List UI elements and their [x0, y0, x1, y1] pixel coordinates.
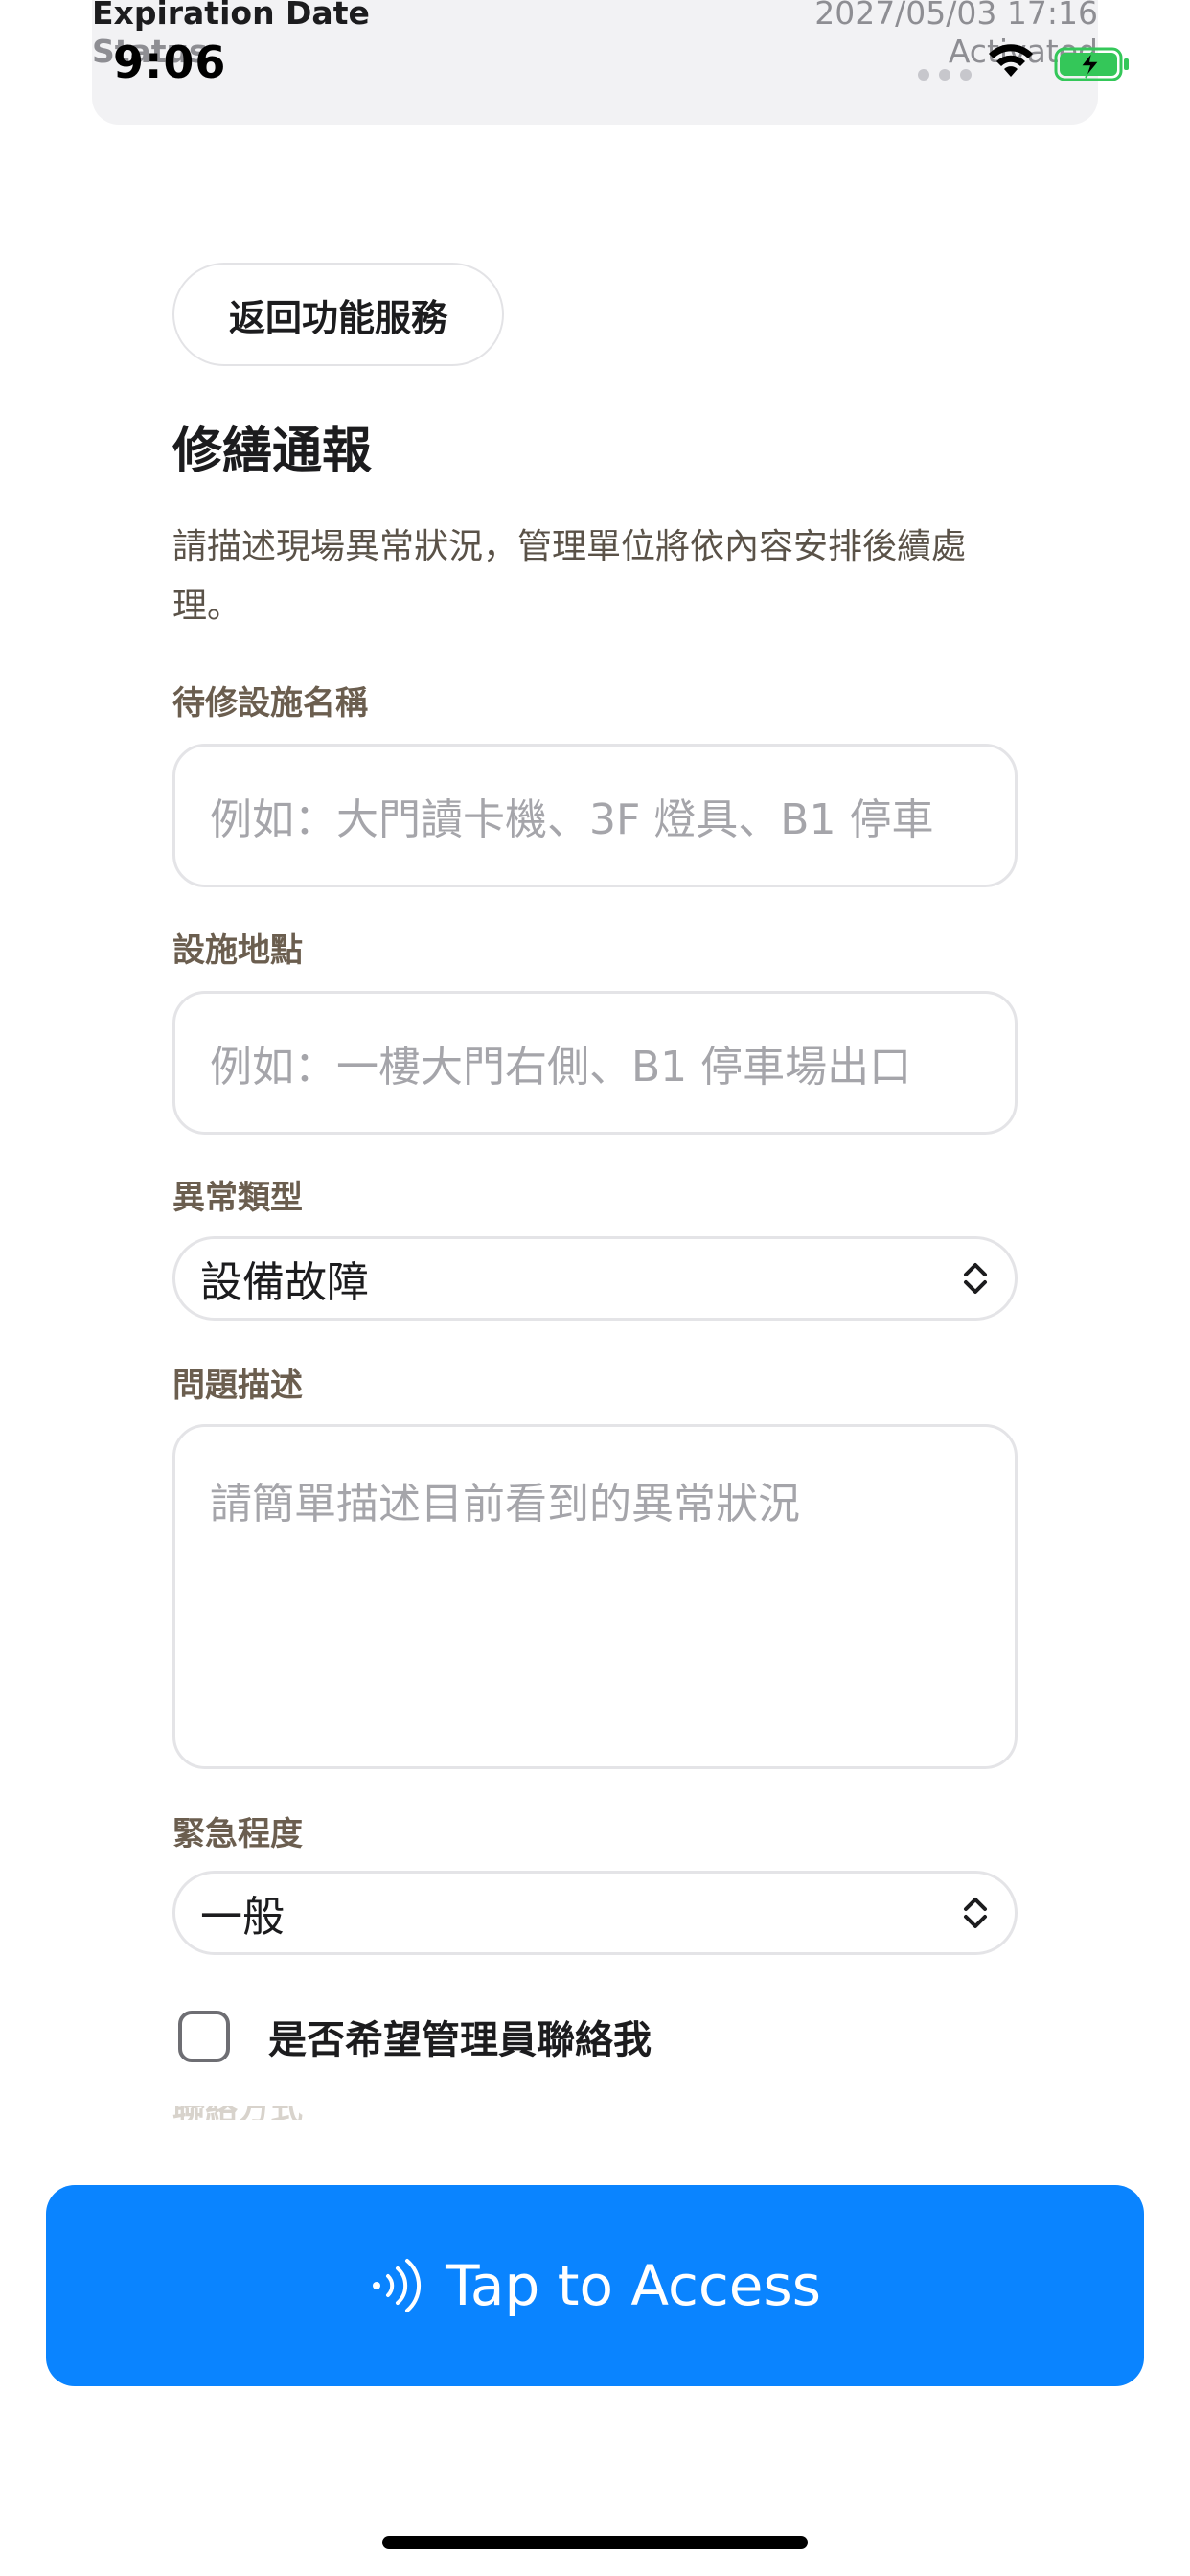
tap-to-access-button[interactable]: Tap to Access	[46, 2185, 1144, 2386]
location-label: 設施地點	[172, 932, 303, 970]
battery-charging-icon	[1054, 47, 1129, 81]
page-description: 請描述現場異常狀況，管理單位將依內容安排後續處理。	[172, 527, 967, 626]
expiration-label: Expiration Date	[92, 0, 370, 32]
nfc-icon	[373, 2259, 422, 2312]
issue-description-textarea[interactable]: 請簡單描述目前看到的異常狀況	[172, 1424, 1018, 1769]
urgency-select[interactable]: 一般	[172, 1871, 1018, 1955]
facility-name-label: 待修設施名稱	[172, 684, 368, 723]
screen: Expiration Date 2027/05/03 17:16 Status …	[0, 0, 1190, 2576]
contact-method-label-partial: 聯絡方式	[172, 2106, 307, 2120]
facility-name-input[interactable]: 例如：大門讀卡機、3F 燈具、B1 停車	[172, 744, 1018, 887]
camera-indicator	[918, 69, 972, 80]
issue-description-placeholder: 請簡單描述目前看到的異常狀況	[210, 1480, 800, 1529]
urgency-label: 緊急程度	[172, 1815, 303, 1853]
chevron-up-down-icon	[964, 1263, 987, 1294]
expiration-value: 2027/05/03 17:16	[814, 0, 1098, 32]
urgency-value: 一般	[200, 1893, 285, 1942]
contact-me-row[interactable]: 是否希望管理員聯絡我	[178, 2009, 652, 2064]
contact-me-checkbox[interactable]	[178, 2011, 230, 2062]
facility-name-placeholder: 例如：大門讀卡機、3F 燈具、B1 停車	[210, 795, 934, 844]
status-time: 9:06	[113, 36, 227, 88]
issue-description-label: 問題描述	[172, 1367, 303, 1405]
wifi-icon	[989, 44, 1033, 77]
issue-type-label: 異常類型	[172, 1179, 303, 1217]
tap-to-access-label: Tap to Access	[446, 2253, 821, 2318]
contact-me-label: 是否希望管理員聯絡我	[268, 2018, 652, 2062]
page-title: 修繕通報	[172, 423, 373, 480]
home-indicator[interactable]	[382, 2536, 808, 2549]
back-to-services-button[interactable]: 返回功能服務	[172, 263, 504, 366]
location-placeholder: 例如：一樓大門右側、B1 停車場出口	[210, 1043, 912, 1092]
issue-type-select[interactable]: 設備故障	[172, 1236, 1018, 1321]
issue-type-value: 設備故障	[200, 1258, 369, 1307]
chevron-up-down-icon	[964, 1898, 987, 1928]
location-input[interactable]: 例如：一樓大門右側、B1 停車場出口	[172, 991, 1018, 1135]
